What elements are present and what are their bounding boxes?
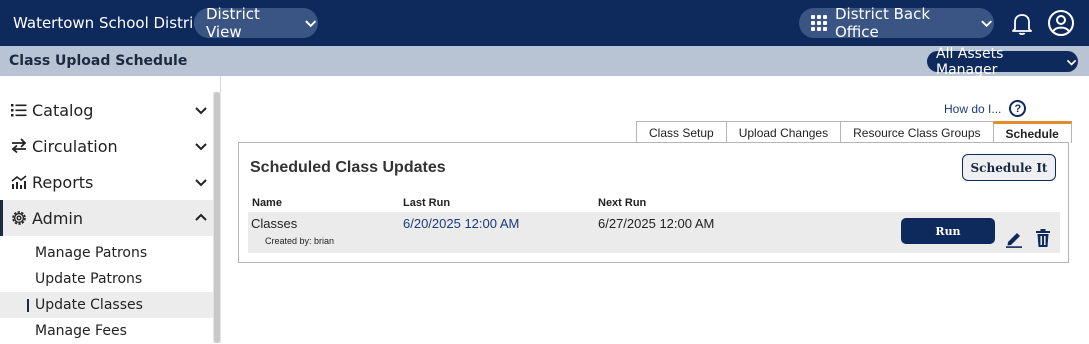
top-bar: Watertown School District District View … [0, 0, 1089, 46]
chevron-down-icon [304, 20, 316, 28]
bell-icon[interactable] [1009, 10, 1035, 36]
user-profile-icon[interactable] [1047, 9, 1075, 37]
how-do-i-link[interactable]: How do I... ? [944, 100, 1027, 117]
tab-upload-changes[interactable]: Upload Changes [725, 121, 842, 143]
role-selector-label: All Assets Manager [936, 45, 1004, 78]
page-title: Class Upload Schedule [9, 53, 188, 69]
office-selector[interactable]: District Back Office [799, 5, 994, 41]
swap-arrows-icon [11, 138, 27, 154]
role-selector[interactable]: All Assets Manager [927, 46, 1078, 78]
sidebar-subitem-manage-patrons[interactable]: Manage Patrons [0, 240, 213, 266]
sidebar-subitem-manage-fees[interactable]: Manage Fees [0, 318, 213, 344]
district-name: Watertown School District [13, 14, 208, 32]
tab-bar: Class Setup Upload Changes Resource Clas… [636, 121, 1072, 143]
panel-title: Scheduled Class Updates [250, 159, 446, 176]
apps-grid-icon [811, 15, 827, 31]
chevron-down-icon [195, 143, 207, 151]
table-row: Classes Created by: brian 6/20/2025 12:0… [248, 212, 1060, 253]
trash-icon[interactable] [1034, 228, 1052, 248]
row-next-run: 6/27/2025 12:00 AM [598, 216, 715, 231]
schedule-it-button[interactable]: Schedule It [962, 154, 1056, 181]
row-created-by: Created by: brian [265, 236, 335, 246]
sidebar-item-admin[interactable]: Admin [0, 200, 213, 236]
sidebar-subitem-label: Manage Fees [35, 323, 127, 339]
office-selector-label: District Back Office [835, 5, 931, 41]
column-header-last-run: Last Run [403, 197, 451, 209]
sidebar-item-reports[interactable]: Reports [0, 164, 213, 200]
how-do-i-label: How do I... [944, 101, 1002, 116]
chevron-down-icon [195, 107, 207, 115]
sidebar-item-label: Admin [32, 208, 83, 228]
chevron-down-icon [1066, 59, 1077, 66]
row-name: Classes [251, 216, 298, 231]
scheduled-updates-panel: Scheduled Class Updates Schedule It Name… [238, 142, 1069, 263]
sidebar-subitem-update-classes[interactable]: Update Classes [0, 292, 213, 318]
column-header-name: Name [252, 197, 282, 209]
chevron-down-icon [195, 179, 207, 187]
sidebar: Catalog Circulation Reports Admin Manage… [0, 76, 221, 343]
chevron-up-icon [195, 213, 207, 221]
run-button[interactable]: Run [901, 218, 995, 244]
sidebar-item-label: Circulation [32, 136, 118, 156]
column-header-next-run: Next Run [598, 197, 647, 209]
sidebar-item-label: Reports [32, 172, 94, 192]
gear-icon [12, 211, 26, 225]
tab-schedule[interactable]: Schedule [992, 121, 1072, 143]
sidebar-subitem-label: Update Patrons [35, 271, 143, 287]
sidebar-scrollbar-thumb[interactable] [214, 92, 220, 343]
chevron-down-icon [981, 20, 992, 28]
sidebar-subitem-label: Update Classes [35, 297, 143, 313]
help-icon: ? [1009, 100, 1027, 117]
sub-header: Class Upload Schedule All Assets Manager [0, 46, 1089, 78]
sidebar-item-catalog[interactable]: Catalog [0, 92, 213, 128]
view-selector-label: District View [206, 5, 260, 41]
sidebar-subitem-label: Manage Patrons [35, 245, 148, 261]
view-selector[interactable]: District View [194, 5, 318, 41]
tab-class-setup[interactable]: Class Setup [636, 121, 727, 143]
row-last-run[interactable]: 6/20/2025 12:00 AM [403, 216, 519, 231]
tab-resource-class-groups[interactable]: Resource Class Groups [840, 121, 994, 143]
list-icon [11, 104, 27, 117]
sidebar-item-label: Catalog [32, 100, 94, 120]
sidebar-subitem-update-patrons[interactable]: Update Patrons [0, 266, 213, 292]
sidebar-item-circulation[interactable]: Circulation [0, 128, 213, 164]
chart-icon [11, 175, 27, 189]
pencil-edit-icon[interactable] [1004, 228, 1024, 248]
